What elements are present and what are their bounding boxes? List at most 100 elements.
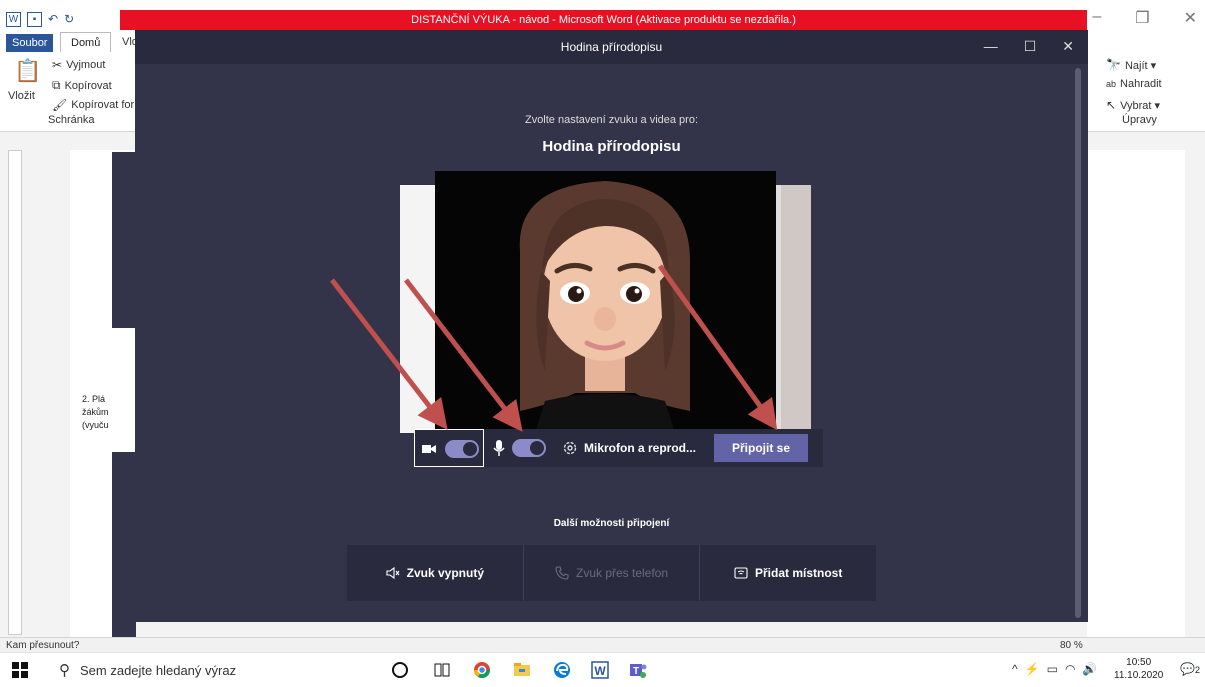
teams-taskbar-icon[interactable]: T [628, 660, 648, 680]
join-options-panel: Zvuk vypnutý Zvuk přes telefon Přidat mí… [347, 545, 876, 601]
taskbar-search[interactable]: ⚲ Sem zadejte hledaný výraz [45, 653, 345, 687]
maximize-icon[interactable]: ☐ [1024, 38, 1037, 55]
replace-button[interactable]: ab Nahradit [1106, 78, 1162, 90]
notification-count: 2 [1194, 665, 1200, 675]
cut-label: Vyjmout [66, 59, 106, 71]
battery-icon[interactable]: ▭ [1047, 662, 1058, 676]
doc-line: (vyuču [82, 420, 109, 430]
video-preview [435, 171, 776, 433]
svg-text:W: W [594, 664, 606, 678]
close-icon[interactable]: ✕ [1184, 8, 1197, 28]
word-window-controls: – ❐ ✕ [1092, 8, 1197, 28]
word-titlebar: W ▪ ↶ ↻ DISTANČNÍ VÝUKA - návod - Micros… [0, 0, 1205, 30]
settings-prompt: Zvolte nastavení zvuku a videa pro: [524, 114, 699, 126]
audio-off-label: Zvuk vypnutý [406, 566, 485, 580]
clipboard-group-label: Schránka [48, 114, 95, 126]
cortana-icon[interactable] [390, 660, 410, 680]
undo-icon[interactable]: ↶ [48, 12, 58, 27]
select-button[interactable]: ↖ Vybrat ▾ [1106, 98, 1160, 112]
clock-date: 11.10.2020 [1114, 670, 1164, 681]
teams-prejoin-window: Hodina přírodopisu — ☐ ✕ Zvolte nastaven… [135, 30, 1088, 622]
file-explorer-icon[interactable] [512, 660, 532, 680]
add-room-label: Přidat místnost [755, 566, 843, 580]
speaker-muted-icon [386, 566, 400, 580]
system-tray: ^ ⚡ ▭ ◠ 🔊 [1012, 662, 1097, 676]
gear-icon[interactable] [562, 440, 578, 456]
taskbar-clock[interactable]: 10:50 11.10.2020 [1114, 656, 1163, 682]
replace-icon: ab [1106, 79, 1117, 89]
edge-icon[interactable] [552, 660, 572, 680]
device-settings-label[interactable]: Mikrofon a reprod... [584, 441, 696, 455]
microphone-toggle[interactable] [512, 439, 546, 457]
join-button[interactable]: Připojit se [714, 434, 808, 462]
editing-group-label: Úpravy [1122, 114, 1157, 126]
brush-icon: 🖌 [52, 98, 68, 112]
save-icon[interactable]: ▪ [27, 12, 42, 27]
vertical-ruler [8, 150, 22, 635]
document-text: 2. Plá žákům (vyuču [82, 393, 109, 432]
chrome-icon[interactable] [472, 660, 492, 680]
search-placeholder: Sem zadejte hledaný výraz [80, 662, 237, 678]
cut-button[interactable]: ✂ Vyjmout [52, 58, 105, 72]
notification-center-icon[interactable]: 💬2 [1180, 662, 1200, 676]
search-icon: ⚲ [59, 662, 70, 679]
media-controls-bar: Mikrofon a reprod... Připojit se [414, 429, 823, 467]
status-text: Kam přesunout? [6, 640, 80, 651]
word-title: DISTANČNÍ VÝUKA - návod - Microsoft Word… [120, 10, 1087, 30]
network-icon[interactable]: ⚡ [1025, 662, 1040, 676]
copy-button[interactable]: ⧉ Kopírovat [52, 78, 112, 93]
room-cast-icon [734, 567, 748, 579]
clipboard-icon: 📋 [14, 58, 42, 83]
camera-icon [422, 445, 436, 453]
zoom-level[interactable]: 80 % [1060, 640, 1083, 651]
window-title: Hodina přírodopisu [560, 40, 663, 54]
redo-icon[interactable]: ↻ [64, 12, 74, 27]
document-page-right[interactable] [1087, 150, 1185, 637]
select-label: Vybrat ▾ [1120, 99, 1161, 112]
embedded-screenshot-2 [112, 452, 136, 637]
volume-icon[interactable]: 🔊 [1082, 662, 1097, 676]
avatar-memoji [519, 181, 690, 433]
minimize-icon[interactable]: – [1092, 8, 1101, 28]
find-button[interactable]: 🔭 Najít ▾ [1106, 58, 1156, 72]
chevron-up-icon[interactable]: ^ [1012, 662, 1018, 676]
phone-icon [555, 566, 569, 580]
tab-file[interactable]: Soubor [6, 34, 54, 52]
minimize-icon[interactable]: — [984, 38, 998, 55]
more-join-options-label: Další možnosti připojení [553, 518, 670, 529]
task-view-icon[interactable] [432, 660, 452, 680]
camera-toggle[interactable] [445, 440, 479, 458]
close-icon[interactable]: ✕ [1062, 38, 1074, 55]
replace-label: Nahradit [1120, 78, 1162, 90]
audio-off-option[interactable]: Zvuk vypnutý [347, 545, 524, 601]
binoculars-icon: 🔭 [1106, 58, 1121, 72]
restore-icon[interactable]: ❐ [1135, 8, 1149, 28]
cursor-icon: ↖ [1106, 98, 1117, 112]
teams-titlebar: Hodina přírodopisu — ☐ ✕ [135, 30, 1088, 64]
camera-toggle-group[interactable] [414, 429, 484, 467]
copy-icon: ⧉ [52, 78, 61, 92]
microphone-icon [493, 440, 505, 456]
windows-start-icon[interactable] [12, 662, 28, 678]
find-label: Najít ▾ [1124, 59, 1157, 72]
doc-line: 2. Plá [82, 394, 106, 404]
copy-label: Kopírovat [64, 79, 112, 92]
doc-line: žákům [82, 407, 109, 417]
embedded-screenshot [112, 152, 136, 328]
word-status-bar: Kam přesunout? 80 % [0, 637, 1205, 652]
windows-taskbar: ⚲ Sem zadejte hledaný výraz W T ^ ⚡ ▭ ◠ … [0, 652, 1205, 686]
paste-label: Vložit [8, 90, 35, 102]
quick-access-toolbar: W ▪ ↶ ↻ [6, 12, 74, 27]
notification-icon: 💬 [1180, 662, 1195, 676]
word-taskbar-icon[interactable]: W [590, 660, 610, 680]
tab-home[interactable]: Domů [60, 32, 112, 53]
phone-audio-option[interactable]: Zvuk přes telefon [524, 545, 701, 601]
add-room-option[interactable]: Přidat místnost [700, 545, 876, 601]
background-window-light [400, 185, 435, 433]
meeting-name: Hodina přírodopisu [542, 138, 681, 155]
word-logo-icon: W [6, 12, 21, 27]
scissors-icon: ✂ [52, 58, 63, 72]
background-wall [781, 185, 811, 433]
wifi-icon[interactable]: ◠ [1065, 662, 1075, 676]
paste-button[interactable]: 📋 [14, 58, 41, 84]
